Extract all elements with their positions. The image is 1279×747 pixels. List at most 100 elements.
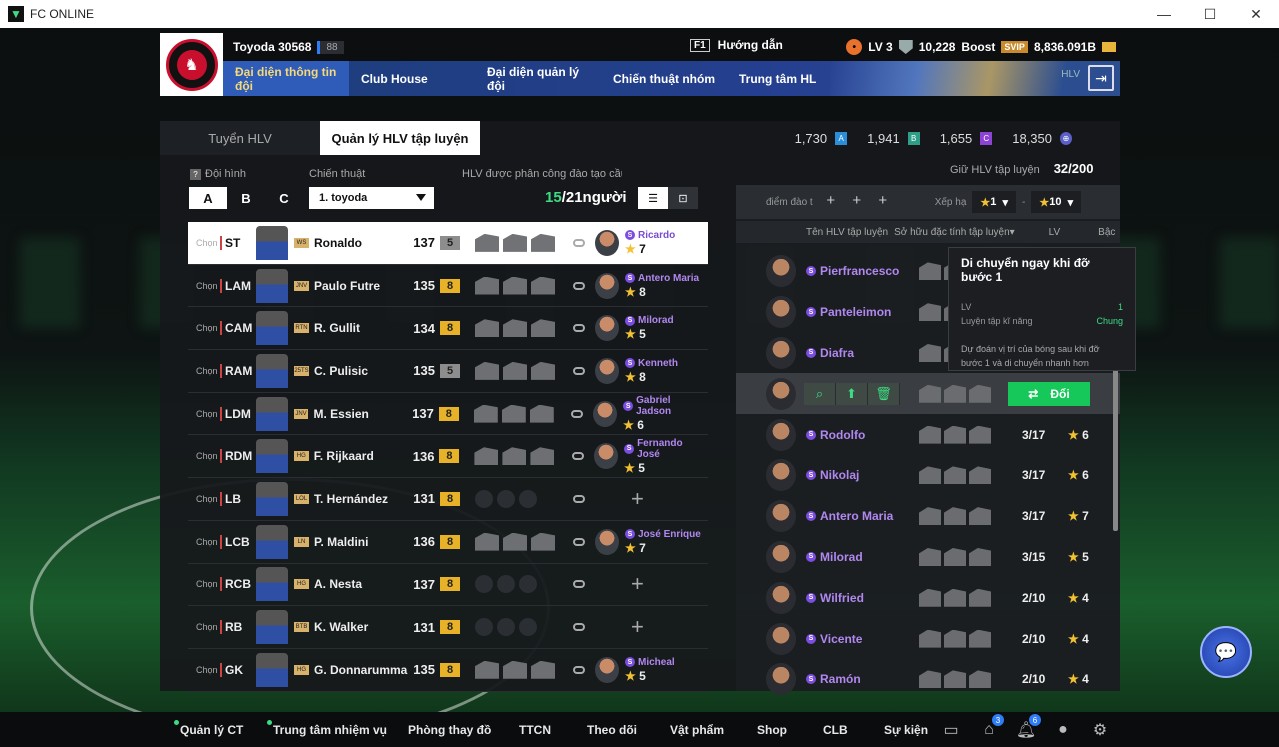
guide-button[interactable]: F1 Hướng dẫn xyxy=(690,38,783,52)
training-skill-icon[interactable] xyxy=(503,319,527,338)
training-skill-icon[interactable] xyxy=(919,507,941,526)
player-row[interactable]: Chọn ST WS Ronaldo 137 5 S Ricardo ★ 7 xyxy=(188,222,708,265)
training-skill-icon[interactable] xyxy=(919,588,941,607)
training-skill-icon[interactable] xyxy=(944,507,966,526)
training-skill-icon[interactable] xyxy=(503,361,527,380)
select-label[interactable]: Chọn xyxy=(196,409,220,419)
filter-add-3[interactable]: + xyxy=(873,192,893,212)
nav-tab-group-tactics[interactable]: Chiến thuật nhóm xyxy=(601,61,727,96)
training-skill-icon[interactable] xyxy=(919,384,941,403)
nav-tab-team-info[interactable]: Đại diện thông tin đội xyxy=(223,61,349,96)
training-skill-icon[interactable] xyxy=(475,361,499,380)
tab-manage-coach[interactable]: Quản lý HLV tập luyện xyxy=(320,121,480,155)
training-skill-icon[interactable] xyxy=(501,404,526,423)
add-coach-icon[interactable]: + xyxy=(631,486,644,512)
training-skill-icon[interactable] xyxy=(473,404,498,423)
select-label[interactable]: Chọn xyxy=(196,238,220,248)
coach-row[interactable]: S Ramón 2/10 ★ 4 xyxy=(736,659,1120,700)
profile-icon[interactable]: ● xyxy=(1052,720,1074,740)
training-skill-icon[interactable] xyxy=(919,343,941,362)
training-skill-icon[interactable] xyxy=(475,276,499,295)
select-label[interactable]: Chọn xyxy=(196,665,220,675)
link-icon[interactable] xyxy=(573,238,585,247)
link-icon[interactable] xyxy=(573,580,585,589)
formation-tab-b[interactable]: B xyxy=(227,187,265,209)
select-label[interactable]: Chọn xyxy=(196,366,220,376)
nav-tab-training-center[interactable]: Trung tâm HL xyxy=(727,61,828,96)
nav-tab-team-manager[interactable]: Đại diện quản lý đội xyxy=(475,61,601,96)
training-skill-icon[interactable] xyxy=(531,660,555,679)
col-owned[interactable]: Sở hữu đặc tính tập luyện xyxy=(894,227,1010,238)
player-row[interactable]: Chọn LAM JNV Paulo Futre 135 8 S Antero M… xyxy=(188,265,708,308)
training-skill-icon[interactable] xyxy=(503,233,527,252)
bottom-shop[interactable]: Shop xyxy=(757,723,787,737)
training-skill-icon[interactable] xyxy=(919,629,941,648)
close-button[interactable]: ✕ xyxy=(1233,0,1279,28)
select-label[interactable]: Chọn xyxy=(196,494,220,504)
search-icon[interactable]: ⌕ xyxy=(804,382,836,405)
add-coach-icon[interactable]: + xyxy=(631,614,644,640)
link-icon[interactable] xyxy=(573,366,585,375)
training-skill-icon[interactable] xyxy=(944,588,966,607)
exit-icon[interactable]: ⇥ xyxy=(1088,65,1114,91)
filter-add-2[interactable]: + xyxy=(847,192,867,212)
training-skill-icon[interactable] xyxy=(969,425,991,444)
bottom-follow[interactable]: Theo dõi xyxy=(587,723,637,737)
player-row[interactable]: Chọn LDM JNV M. Essien 137 8 S Gabriel Ja… xyxy=(188,393,708,436)
link-icon[interactable] xyxy=(573,623,585,632)
training-skill-icon[interactable] xyxy=(969,670,991,689)
select-label[interactable]: Chọn xyxy=(196,451,220,461)
link-icon[interactable] xyxy=(573,324,585,333)
empty-skill-slot[interactable] xyxy=(475,618,493,637)
training-skill-icon[interactable] xyxy=(919,466,941,485)
chat-bubble-icon[interactable]: 💬 xyxy=(1200,626,1252,678)
bottom-ttcn[interactable]: TTCN xyxy=(519,723,551,737)
training-skill-icon[interactable] xyxy=(503,276,527,295)
formation-tab-a[interactable]: A xyxy=(189,187,227,209)
tab-recruit-coach[interactable]: Tuyển HLV xyxy=(160,121,320,155)
chat-icon[interactable]: ▭ xyxy=(940,720,962,740)
link-icon[interactable] xyxy=(573,281,585,290)
link-icon[interactable] xyxy=(573,494,585,503)
training-skill-icon[interactable] xyxy=(919,303,941,322)
training-skill-icon[interactable] xyxy=(919,670,941,689)
bottom-manage-ct[interactable]: Quản lý CT xyxy=(174,720,243,737)
training-skill-icon[interactable] xyxy=(944,670,966,689)
maximize-button[interactable]: ☐ xyxy=(1187,0,1233,28)
training-skill-icon[interactable] xyxy=(502,447,527,466)
empty-skill-slot[interactable] xyxy=(519,575,537,594)
training-skill-icon[interactable] xyxy=(531,276,555,295)
add-coach-icon[interactable]: + xyxy=(631,571,644,597)
training-skill-icon[interactable] xyxy=(530,447,555,466)
player-row[interactable]: Chọn LB LOL T. Hernández 131 8 + xyxy=(188,478,708,521)
training-skill-icon[interactable] xyxy=(529,404,554,423)
training-skill-icon[interactable] xyxy=(944,425,966,444)
training-skill-icon[interactable] xyxy=(919,425,941,444)
training-skill-icon[interactable] xyxy=(969,507,991,526)
settings-gear-icon[interactable]: ⚙ xyxy=(1089,720,1111,740)
training-skill-icon[interactable] xyxy=(944,547,966,566)
training-skill-icon[interactable] xyxy=(944,384,966,403)
bottom-club[interactable]: CLB xyxy=(823,723,848,737)
training-skill-icon[interactable] xyxy=(503,660,527,679)
select-label[interactable]: Chọn xyxy=(196,622,220,632)
training-skill-icon[interactable] xyxy=(474,447,499,466)
player-row[interactable]: Chọn RB BTB K. Walker 131 8 + xyxy=(188,606,708,649)
training-skill-icon[interactable] xyxy=(531,532,555,551)
training-skill-icon[interactable] xyxy=(944,466,966,485)
trash-icon[interactable]: 🗑︎ xyxy=(868,382,900,405)
link-icon[interactable] xyxy=(573,537,585,546)
training-skill-icon[interactable] xyxy=(969,547,991,566)
player-row[interactable]: Chọn RAM 25TS C. Pulisic 135 5 S Kenneth … xyxy=(188,350,708,393)
coach-row[interactable]: S Milorad 3/15 ★ 5 xyxy=(736,537,1120,578)
tactic-select[interactable]: 1. toyoda xyxy=(309,187,434,209)
link-icon[interactable] xyxy=(573,665,585,674)
bottom-missions[interactable]: Trung tâm nhiệm vụ xyxy=(267,720,387,737)
nav-tab-club-house[interactable]: Club House xyxy=(349,61,475,96)
filter-add-1[interactable]: + xyxy=(821,192,841,212)
bell-icon[interactable]: 🔔︎ 6 xyxy=(1015,714,1041,740)
select-label[interactable]: Chọn xyxy=(196,537,220,547)
training-skill-icon[interactable] xyxy=(531,361,555,380)
training-skill-icon[interactable] xyxy=(475,233,499,252)
training-skill-icon[interactable] xyxy=(503,532,527,551)
